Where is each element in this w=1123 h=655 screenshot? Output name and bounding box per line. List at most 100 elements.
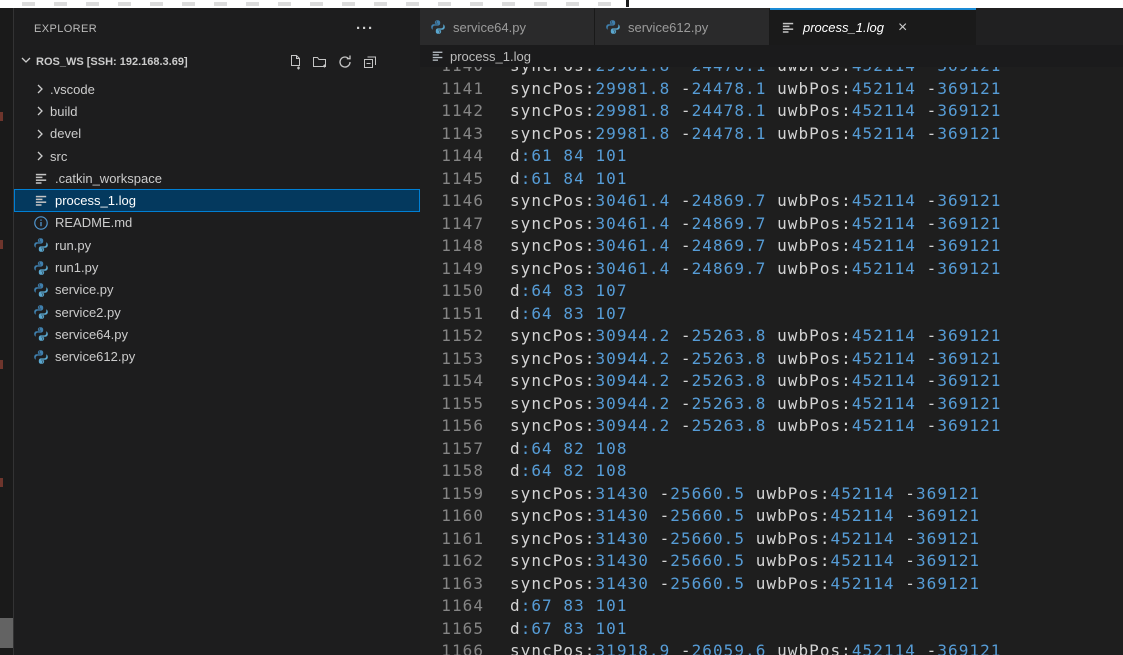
chevron-right-icon	[32, 126, 48, 142]
log-line: 1159 syncPos:31430 -25660.5 uwbPos:452114…	[420, 483, 1123, 506]
close-icon[interactable]: ×	[898, 20, 907, 36]
python-icon	[605, 19, 621, 35]
log-line: 1141syncPos:29981.8 -24478.1 uwbPos:4521…	[420, 78, 1123, 101]
line-content: syncPos:30944.2 -25263.8 uwbPos:452114 -…	[510, 325, 1001, 348]
line-number: 1152	[420, 325, 484, 348]
refresh-icon[interactable]	[337, 54, 353, 70]
line-number: 1140	[420, 67, 484, 78]
log-line: 1143 syncPos:29981.8 -24478.1 uwbPos:4521…	[420, 123, 1123, 146]
line-number: 1150	[420, 280, 484, 303]
sidebar-item-readme-md[interactable]: README.md	[14, 212, 420, 234]
activity-bar-mark	[0, 360, 3, 369]
sidebar-item-service612-py[interactable]: service612.py	[14, 346, 420, 368]
log-line: 1160syncPos:31430 -25660.5 uwbPos:452114…	[420, 505, 1123, 528]
line-content: syncPos:30944.2 -25263.8 uwbPos:452114 -…	[510, 348, 1001, 371]
line-number: 1145	[420, 168, 484, 191]
line-content: syncPos:31430 -25660.5 uwbPos:452114 -36…	[510, 483, 980, 506]
workspace-section-header[interactable]: ROS_WS [SSH: 192.168.3.69]	[14, 50, 420, 74]
new-folder-icon[interactable]	[312, 54, 328, 70]
file-text-icon	[780, 20, 796, 36]
tab-bar: service64.pyservice612.py process_1.log ×	[420, 8, 1123, 45]
log-line: 1142 syncPos:29981.8 -24478.1 uwbPos:4521…	[420, 100, 1123, 123]
line-number: 1166	[420, 640, 484, 655]
log-line: 1161syncPos:31430 -25660.5 uwbPos:452114…	[420, 528, 1123, 551]
sidebar-item-service2-py[interactable]: service2.py	[14, 301, 420, 323]
file-text-icon	[430, 49, 445, 64]
line-number: 1160	[420, 505, 484, 528]
line-content: syncPos:31430 -25660.5 uwbPos:452114 -36…	[510, 550, 980, 573]
log-line: 1140syncPos:29981.8 -24478.1 uwbPos:4521…	[420, 67, 1123, 78]
line-content: syncPos:29981.8 -24478.1 uwbPos:452114 -…	[510, 123, 1001, 146]
line-number: 1142	[420, 100, 484, 123]
line-number: 1143	[420, 123, 484, 146]
log-line: 1152 syncPos:30944.2 -25263.8 uwbPos:4521…	[420, 325, 1123, 348]
activity-bar-mark	[0, 112, 3, 121]
activity-bar-mark	[0, 240, 3, 249]
file-tree: .vscode build devel src.catkin_workspacepro…	[14, 74, 420, 368]
log-line: 1154syncPos:30944.2 -25263.8 uwbPos:4521…	[420, 370, 1123, 393]
log-line: 1156 syncPos:30944.2 -25263.8 uwbPos:4521…	[420, 415, 1123, 438]
line-number: 1151	[420, 303, 484, 326]
explorer-title: EXPLORER	[34, 23, 97, 35]
info-icon	[32, 215, 50, 231]
explorer-sidebar: EXPLORER ··· ROS_WS [SSH: 192.168.3.69]	[14, 8, 420, 655]
python-icon	[430, 19, 446, 35]
collapse-all-icon[interactable]	[362, 54, 378, 70]
log-line: 1162 syncPos:31430 -25660.5 uwbPos:452114…	[420, 550, 1123, 573]
log-line: 1164d:67 83 101	[420, 595, 1123, 618]
sidebar-item-label: service2.py	[55, 305, 121, 320]
sidebar-item-run-py[interactable]: run.py	[14, 234, 420, 256]
tab-service612-py[interactable]: service612.py	[595, 8, 770, 45]
line-number: 1156	[420, 415, 484, 438]
activity-bar-thumb	[0, 618, 13, 648]
sidebar-item-vscode[interactable]: .vscode	[14, 78, 420, 100]
workspace-actions	[287, 54, 378, 70]
sidebar-item-src[interactable]: src	[14, 145, 420, 167]
breadcrumb[interactable]: process_1.log	[420, 45, 1123, 67]
line-number: 1163	[420, 573, 484, 596]
sidebar-item-label: process_1.log	[55, 193, 136, 208]
line-number: 1153	[420, 348, 484, 371]
python-icon	[32, 304, 50, 320]
app-body: EXPLORER ··· ROS_WS [SSH: 192.168.3.69]	[0, 8, 1123, 655]
line-number: 1159	[420, 483, 484, 506]
vscode-window: EXPLORER ··· ROS_WS [SSH: 192.168.3.69]	[0, 0, 1123, 655]
explorer-header: EXPLORER ···	[14, 8, 420, 50]
log-line: 1153 syncPos:30944.2 -25263.8 uwbPos:4521…	[420, 348, 1123, 371]
log-line: 1163syncPos:31430 -25660.5 uwbPos:452114…	[420, 573, 1123, 596]
sidebar-item-catkin-workspace[interactable]: .catkin_workspace	[14, 167, 420, 189]
log-line: 1151d:64 83 107	[420, 303, 1123, 326]
log-line: 1144d:61 84 101	[420, 145, 1123, 168]
tab-process-1-log[interactable]: process_1.log ×	[770, 8, 976, 45]
line-number: 1141	[420, 78, 484, 101]
log-line: 1148syncPos:30461.4 -24869.7 uwbPos:4521…	[420, 235, 1123, 258]
sidebar-item-devel[interactable]: devel	[14, 123, 420, 145]
browser-edge-strip	[0, 0, 1123, 8]
sidebar-item-label: devel	[50, 126, 81, 141]
line-content: d:67 83 101	[510, 618, 628, 641]
python-icon	[32, 282, 50, 298]
line-content: d:64 82 108	[510, 438, 628, 461]
sidebar-item-service64-py[interactable]: service64.py	[14, 323, 420, 345]
sidebar-item-label: service.py	[55, 282, 114, 297]
tab-label: process_1.log	[803, 20, 884, 35]
line-number: 1164	[420, 595, 484, 618]
line-content: syncPos:30944.2 -25263.8 uwbPos:452114 -…	[510, 415, 1001, 438]
log-lines: 1140 syncPos:29981.8 -24478.1 uwbPos:4521…	[420, 67, 1123, 655]
line-number: 1158	[420, 460, 484, 483]
line-content: d:61 84 101	[510, 168, 628, 191]
editor-pane[interactable]: 1140 syncPos:29981.8 -24478.1 uwbPos:4521…	[420, 67, 1123, 655]
line-number: 1162	[420, 550, 484, 573]
sidebar-item-run1-py[interactable]: run1.py	[14, 256, 420, 278]
line-number: 1154	[420, 370, 484, 393]
more-actions-icon[interactable]: ···	[356, 24, 374, 34]
sidebar-item-service-py[interactable]: service.py	[14, 279, 420, 301]
sidebar-item-build[interactable]: build	[14, 100, 420, 122]
new-file-icon[interactable]	[287, 54, 303, 70]
log-line: 1147syncPos:30461.4 -24869.7 uwbPos:4521…	[420, 213, 1123, 236]
sidebar-item-process-1-log[interactable]: process_1.log	[14, 189, 420, 211]
sidebar-item-label: .vscode	[50, 82, 95, 97]
line-content: syncPos:29981.8 -24478.1 uwbPos:452114 -…	[510, 100, 1001, 123]
line-number: 1149	[420, 258, 484, 281]
tab-service64-py[interactable]: service64.py	[420, 8, 595, 45]
